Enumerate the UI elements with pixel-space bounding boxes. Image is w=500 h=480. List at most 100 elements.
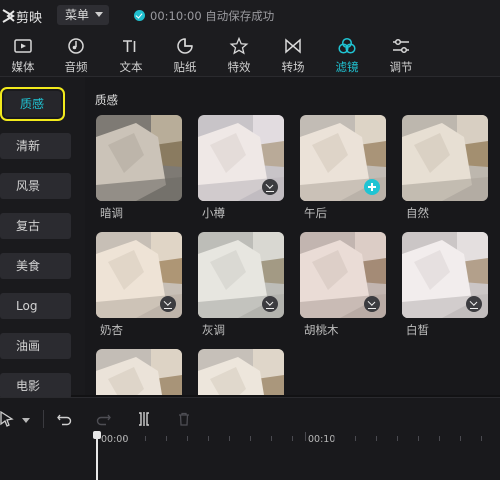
filter-thumbnail[interactable] [198, 349, 284, 395]
category-landscape[interactable]: 风景 [0, 173, 71, 199]
ruler-tick [481, 436, 482, 441]
filter-thumbnail[interactable] [300, 115, 386, 201]
ruler-tick [439, 436, 440, 441]
category-oil-painting[interactable]: 油画 [0, 333, 71, 359]
filter-thumbnail[interactable] [402, 115, 488, 201]
ruler-tick [124, 436, 125, 441]
category-texture[interactable]: 质感 [0, 87, 65, 121]
ruler-tick [305, 432, 306, 441]
autosave-status: 00:10:00 自动保存成功 [150, 9, 275, 23]
menu-button[interactable]: 菜单 [57, 5, 109, 25]
ruler-tick [229, 436, 230, 441]
filter-label: 胡桃木 [304, 323, 339, 337]
category-log[interactable]: Log [0, 293, 71, 319]
category-fresh[interactable]: 清新 [0, 133, 71, 159]
ruler-tick [376, 436, 377, 441]
add-icon[interactable] [364, 179, 380, 195]
ruler-tick [271, 436, 272, 441]
download-icon[interactable] [262, 296, 278, 312]
timeline-panel: 00:00 00:10 [0, 397, 500, 480]
menu-button-label: 菜单 [65, 8, 90, 22]
timeline-ruler[interactable]: 00:00 00:10 [0, 428, 500, 448]
tab-filter[interactable]: 滤镜 [324, 32, 370, 76]
tab-adjust[interactable]: 调节 [378, 32, 424, 76]
main-toolbar: 媒体 音频 文本 贴纸 特效 转场 滤镜 调节 [0, 32, 500, 77]
ruler-tick [208, 436, 209, 441]
chevron-down-icon [95, 12, 103, 17]
filter-thumbnail[interactable] [96, 349, 182, 395]
ruler-tick [145, 436, 146, 441]
playhead[interactable] [96, 434, 98, 480]
save-check-icon [134, 10, 145, 21]
filter-category-sidebar: 质感 清新 风景 复古 美食 Log 油画 电影 [0, 77, 85, 399]
tab-filter-label: 滤镜 [335, 60, 359, 74]
ruler-tick [250, 436, 251, 441]
audio-icon [68, 38, 84, 54]
ruler-label: 00:10 [308, 434, 336, 445]
download-icon[interactable] [466, 296, 482, 312]
ruler-tick [460, 436, 461, 441]
tab-text-label: 文本 [119, 60, 143, 74]
filter-thumbnail[interactable] [300, 232, 386, 318]
tab-sticker[interactable]: 贴纸 [162, 32, 208, 76]
chevron-down-icon[interactable] [22, 418, 30, 423]
ruler-tick [166, 436, 167, 441]
title-bar: 剪映 菜单 00:10:00 自动保存成功 [0, 0, 500, 32]
tab-effects-label: 特效 [227, 60, 251, 74]
split-icon[interactable] [136, 411, 152, 427]
tab-effects[interactable]: 特效 [216, 32, 262, 76]
effects-icon [229, 37, 249, 55]
filter-thumbnail[interactable] [402, 232, 488, 318]
ruler-tick [355, 436, 356, 441]
download-icon[interactable] [262, 179, 278, 195]
tab-adjust-label: 调节 [389, 60, 413, 74]
filter-label: 奶杏 [100, 323, 123, 337]
filter-label: 暗调 [100, 206, 123, 220]
tab-media[interactable]: 媒体 [0, 32, 46, 76]
filter-thumbnail[interactable] [198, 115, 284, 201]
filter-panel: 质感 暗调 小樽 午后 自然 奶杏 灰调 胡桃木 白皙 [85, 77, 500, 395]
filter-label: 小樽 [202, 206, 225, 220]
ruler-tick [334, 436, 335, 441]
category-retro[interactable]: 复古 [0, 213, 71, 239]
filter-thumbnail[interactable] [96, 115, 182, 201]
filter-label: 灰调 [202, 323, 225, 337]
category-movie[interactable]: 电影 [0, 373, 71, 399]
transition-icon [285, 38, 301, 54]
tab-text[interactable]: 文本 [108, 32, 154, 76]
filter-preview-image [96, 115, 182, 201]
media-icon [14, 39, 32, 53]
download-icon[interactable] [364, 296, 380, 312]
filter-thumbnail[interactable] [96, 232, 182, 318]
sticker-icon [177, 38, 193, 54]
download-icon[interactable] [160, 296, 176, 312]
select-cursor-icon[interactable] [0, 411, 14, 427]
toolbar-divider [43, 410, 44, 428]
text-icon [123, 40, 136, 52]
tab-sticker-label: 贴纸 [173, 60, 197, 74]
filter-label: 自然 [406, 206, 429, 220]
filter-preview-image [96, 349, 182, 395]
tab-transition[interactable]: 转场 [270, 32, 316, 76]
ruler-tick [187, 436, 188, 441]
filter-label: 白皙 [406, 323, 429, 337]
category-food[interactable]: 美食 [0, 253, 71, 279]
tab-transition-label: 转场 [281, 60, 305, 74]
filter-icon [338, 37, 356, 54]
filter-thumbnail[interactable] [198, 232, 284, 318]
ruler-tick [418, 436, 419, 441]
tab-audio-label: 音频 [64, 60, 88, 74]
filter-label: 午后 [304, 206, 327, 220]
adjust-icon [393, 38, 409, 54]
tab-audio[interactable]: 音频 [53, 32, 99, 76]
filter-preview-image [198, 349, 284, 395]
delete-icon[interactable] [176, 411, 192, 427]
section-title: 质感 [95, 93, 118, 107]
redo-icon[interactable] [96, 411, 112, 427]
undo-icon[interactable] [56, 411, 72, 427]
tab-media-label: 媒体 [11, 60, 35, 74]
ruler-tick [292, 436, 293, 441]
filter-preview-image [402, 115, 488, 201]
ruler-tick [397, 436, 398, 441]
app-name: 剪映 [16, 11, 43, 26]
